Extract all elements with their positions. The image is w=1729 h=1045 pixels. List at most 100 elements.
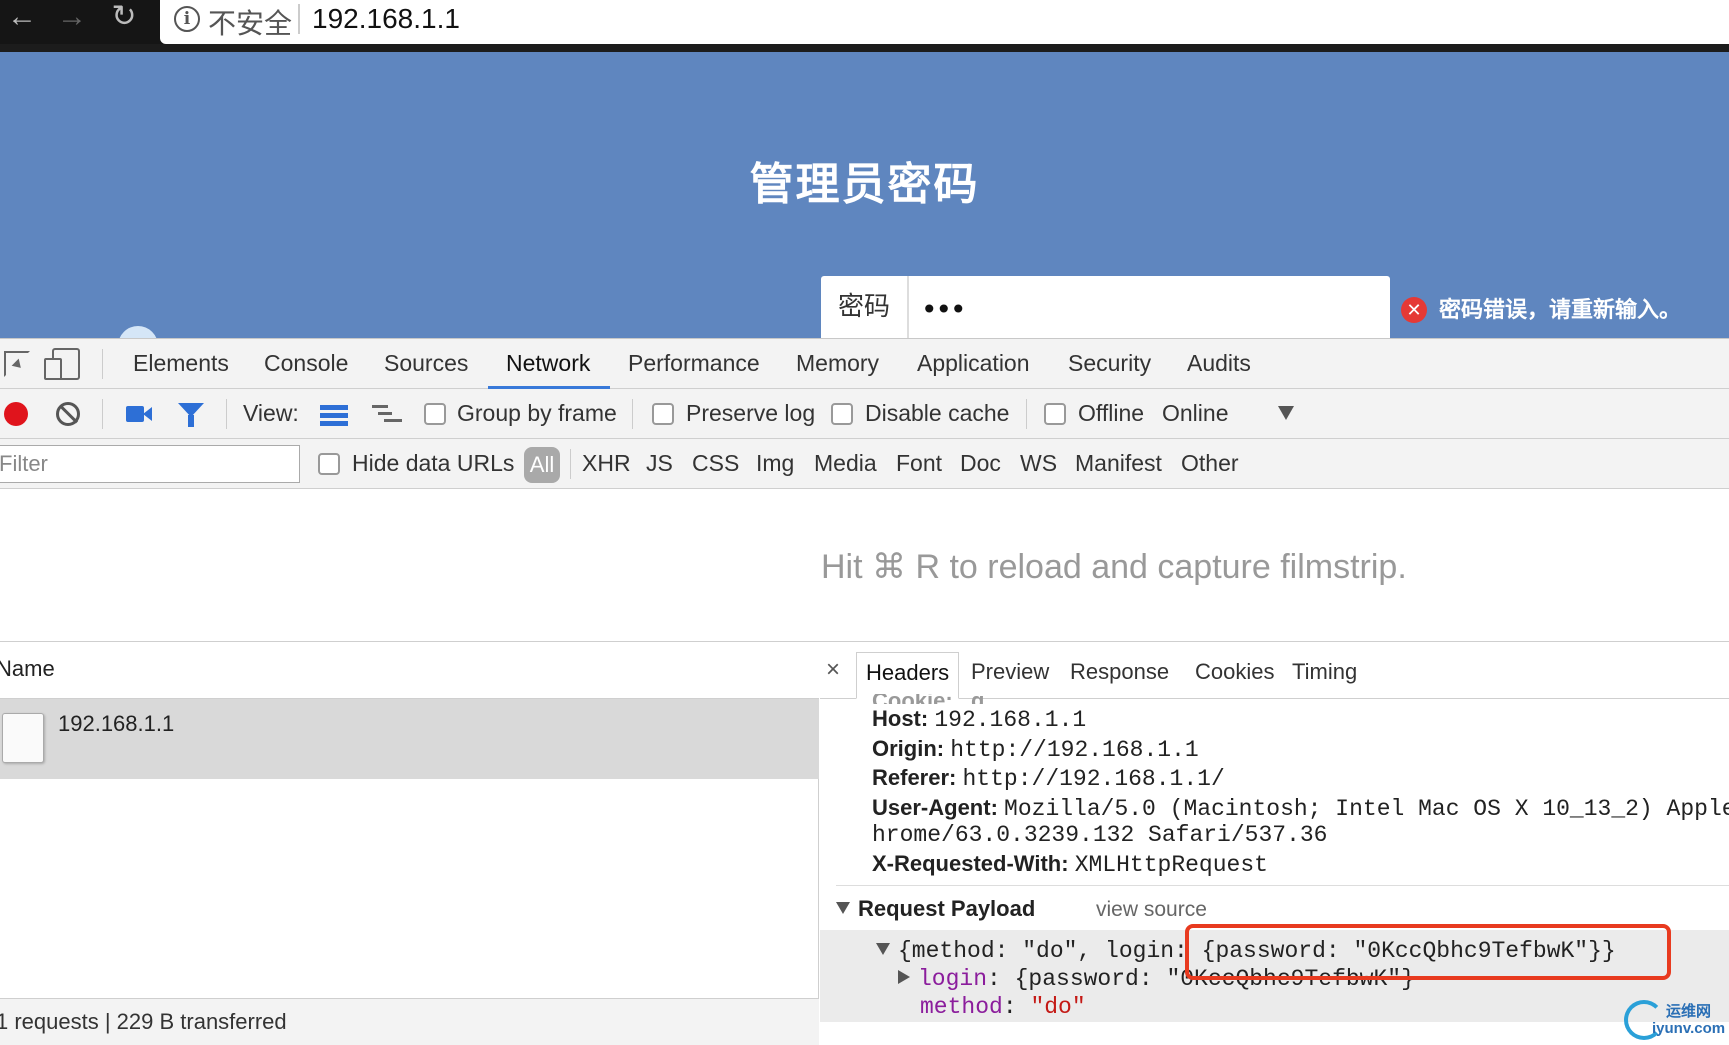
watermark-en-text: iyunv.com [1652, 1020, 1726, 1037]
details-tabbar: × Headers Preview Response Cookies Timin… [820, 642, 1729, 699]
hide-data-urls-label[interactable]: Hide data URLs [352, 439, 514, 489]
tab-preview[interactable]: Preview [962, 652, 1058, 699]
password-input[interactable] [921, 294, 1361, 324]
filter-type-js[interactable]: JS [646, 439, 673, 489]
table-row[interactable]: 192.168.1.1 [0, 699, 819, 779]
filter-type-img[interactable]: Img [756, 439, 794, 489]
tab-network[interactable]: Network [506, 339, 590, 389]
request-list: Name 192.168.1.1 1 requests | 229 B tran… [0, 642, 819, 1045]
toolbar-separator [226, 399, 227, 429]
network-toolbar: View: Group by frame Preserve log Disabl… [0, 389, 1729, 439]
clear-icon[interactable] [56, 402, 80, 426]
header-referer: Referer: http://192.168.1.1/ [872, 764, 1225, 793]
preserve-log-checkbox[interactable] [652, 403, 674, 425]
name-column-header[interactable]: Name [0, 642, 819, 699]
filter-type-doc[interactable]: Doc [960, 439, 1001, 489]
disable-cache-checkbox[interactable] [831, 403, 853, 425]
info-icon[interactable]: i [174, 6, 200, 32]
header-value: XMLHttpRequest [1074, 852, 1268, 878]
header-value: http://192.168.1.1/ [962, 766, 1225, 792]
password-field-group: 密码 [821, 276, 1390, 338]
device-toolbar-icon[interactable] [44, 348, 80, 380]
tab-cookies[interactable]: Cookies [1186, 652, 1283, 699]
tab-application[interactable]: Application [917, 339, 1030, 389]
header-user-agent: User-Agent: Mozilla/5.0 (Macintosh; Inte… [872, 794, 1729, 823]
tab-audits[interactable]: Audits [1187, 339, 1251, 389]
payload-section-header[interactable]: Request Payload [836, 896, 1035, 922]
reload-icon: ↻ [111, 0, 137, 33]
header-key: User-Agent: [872, 795, 998, 820]
page-title: 管理员密码 [749, 159, 980, 210]
filter-type-media[interactable]: Media [814, 439, 877, 489]
preserve-log-label[interactable]: Preserve log [686, 389, 815, 439]
toolbar-separator [632, 399, 633, 429]
filter-separator [570, 449, 571, 479]
forward-arrow-icon: → [57, 0, 87, 33]
tab-performance[interactable]: Performance [628, 339, 760, 389]
filmstrip-area: Hit ⌘ R to reload and capture filmstrip. [0, 489, 1729, 642]
decorative-bubble [118, 326, 158, 338]
filter-input[interactable] [0, 445, 300, 483]
offline-checkbox[interactable] [1044, 403, 1066, 425]
filter-type-font[interactable]: Font [896, 439, 942, 489]
filter-type-ws[interactable]: WS [1020, 439, 1057, 489]
toolbar-separator [1026, 399, 1027, 429]
filter-type-css[interactable]: CSS [692, 439, 739, 489]
tab-response[interactable]: Response [1061, 652, 1178, 699]
offline-label[interactable]: Offline [1078, 389, 1144, 439]
close-icon[interactable]: × [826, 656, 840, 684]
password-label: 密码 [821, 276, 909, 338]
disable-cache-label[interactable]: Disable cache [865, 389, 1009, 439]
tab-memory[interactable]: Memory [796, 339, 879, 389]
filter-type-manifest[interactable]: Manifest [1075, 439, 1162, 489]
triangle-down-icon [876, 943, 890, 955]
filter-type-all[interactable]: All [524, 447, 560, 483]
triangle-right-icon [898, 970, 910, 984]
tab-separator [102, 349, 103, 379]
inspect-element-icon[interactable] [4, 351, 30, 377]
error-icon: ✕ [1401, 297, 1427, 323]
view-source-link[interactable]: view source [1096, 898, 1207, 922]
capture-screenshots-icon[interactable] [126, 406, 152, 422]
throttling-select[interactable]: Online [1162, 389, 1228, 439]
back-button[interactable]: ← [2, 0, 42, 36]
toolbar-separator [102, 399, 103, 429]
tab-security[interactable]: Security [1068, 339, 1151, 389]
forward-button[interactable]: → [52, 0, 92, 36]
filter-type-other[interactable]: Other [1181, 439, 1239, 489]
back-arrow-icon: ← [7, 0, 37, 33]
header-x-requested-with: X-Requested-With: XMLHttpRequest [872, 850, 1268, 879]
header-cookie-partial: Cookie: _g [872, 694, 984, 704]
payload-title: Request Payload [858, 896, 1036, 921]
tab-headers[interactable]: Headers [856, 652, 960, 699]
large-rows-icon[interactable] [320, 405, 348, 426]
payload-method-row: method: "do" [920, 994, 1086, 1020]
header-key: Referer: [872, 765, 957, 790]
group-by-frame-checkbox[interactable] [424, 403, 446, 425]
waterfall-overview-icon[interactable] [372, 405, 402, 425]
chevron-down-icon[interactable] [1278, 406, 1294, 420]
address-bar[interactable]: i 不安全 192.168.1.1 [160, 0, 1729, 44]
header-key: X-Requested-With: [872, 851, 1069, 876]
browser-toolbar: ← → ↻ i 不安全 192.168.1.1 [0, 0, 1729, 52]
tab-timing[interactable]: Timing [1283, 652, 1366, 699]
filter-type-xhr[interactable]: XHR [582, 439, 631, 489]
hide-data-urls-checkbox[interactable] [318, 453, 340, 475]
security-status-label[interactable]: 不安全 [208, 2, 292, 42]
reload-button[interactable]: ↻ [104, 0, 144, 36]
record-button[interactable] [4, 402, 28, 426]
payload-key: method [920, 994, 1003, 1020]
payload-key: login [918, 966, 988, 992]
header-key: Host: [872, 706, 929, 731]
network-summary: 1 requests | 229 B transferred [0, 1009, 287, 1034]
tab-elements[interactable]: Elements [133, 339, 229, 389]
url-text[interactable]: 192.168.1.1 [312, 3, 460, 35]
tab-sources[interactable]: Sources [384, 339, 468, 389]
tab-console[interactable]: Console [264, 339, 348, 389]
password-highlight-box [1185, 924, 1671, 980]
payload-separator: : [1002, 994, 1031, 1020]
filter-icon[interactable] [178, 403, 204, 427]
router-login-page: 管理员密码 密码 ✕ 密码错误，请重新输入。 [0, 52, 1729, 338]
group-by-frame-label[interactable]: Group by frame [457, 389, 617, 439]
page-divider [0, 44, 1729, 52]
